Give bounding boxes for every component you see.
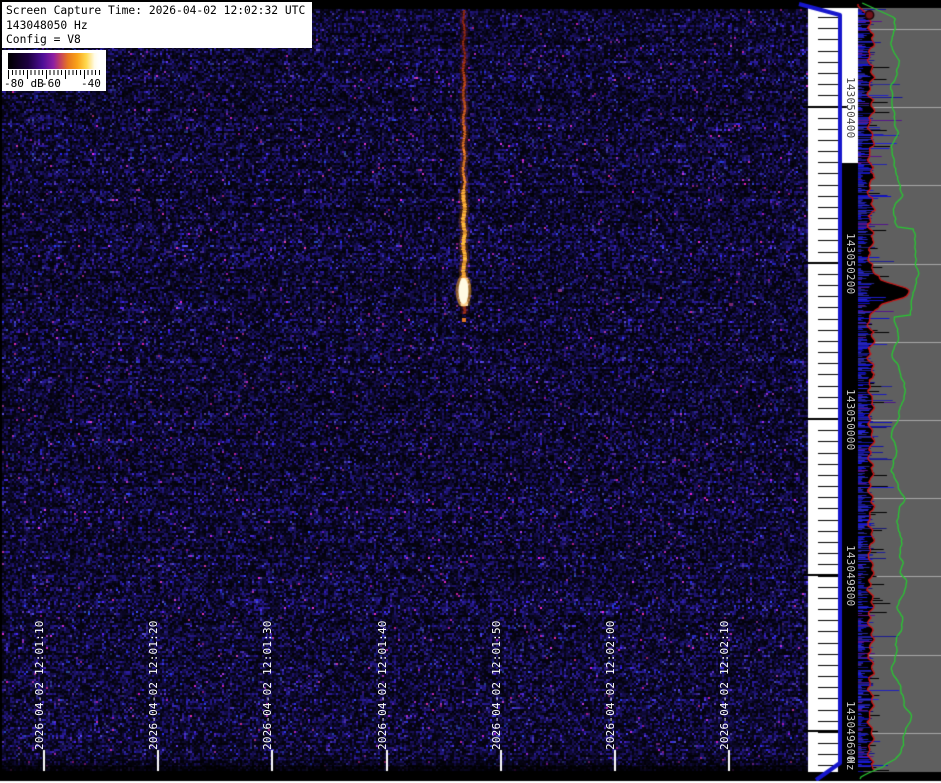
- config-text: Config = V8: [6, 33, 312, 48]
- time-axis-label: 2026-04-02 12:01:30: [261, 620, 274, 750]
- frequency-axis-label: 143050000: [844, 389, 857, 450]
- time-axis-label: 2026-04-02 12:01:20: [147, 620, 160, 750]
- time-axis-label: 2026-04-02 12:01:50: [490, 620, 503, 750]
- frequency-axis-label: 143049800: [844, 545, 857, 606]
- colorbar: -80 dB -60 -40: [2, 50, 106, 91]
- time-axis-label: 2026-04-02 12:02:00: [604, 620, 617, 750]
- frequency-axis-label: 143050400: [844, 77, 857, 138]
- time-axis-label: 2026-04-02 12:02:10: [718, 620, 731, 750]
- spectrogram-canvas: [0, 0, 941, 783]
- frequency-axis-label: 143049600: [844, 701, 857, 762]
- capture-info-box: Screen Capture Time: 2026-04-02 12:02:32…: [2, 2, 312, 48]
- receiver-frequency-text: 143048050 Hz: [6, 19, 312, 34]
- frequency-axis-unit: Hz: [844, 757, 857, 771]
- time-axis-label: 2026-04-02 12:01:40: [376, 620, 389, 750]
- capture-time-text: Screen Capture Time: 2026-04-02 12:02:32…: [6, 4, 312, 19]
- colorbar-label-min: -80 dB: [4, 77, 44, 90]
- colorbar-gradient: [8, 53, 99, 69]
- colorbar-label-mid: -60: [41, 77, 61, 90]
- frequency-axis-label: 143050200: [844, 233, 857, 294]
- spectrum-lab-screen: Screen Capture Time: 2026-04-02 12:02:32…: [0, 0, 941, 783]
- colorbar-label-max: -40: [81, 77, 101, 90]
- time-axis-label: 2026-04-02 12:01:10: [33, 620, 46, 750]
